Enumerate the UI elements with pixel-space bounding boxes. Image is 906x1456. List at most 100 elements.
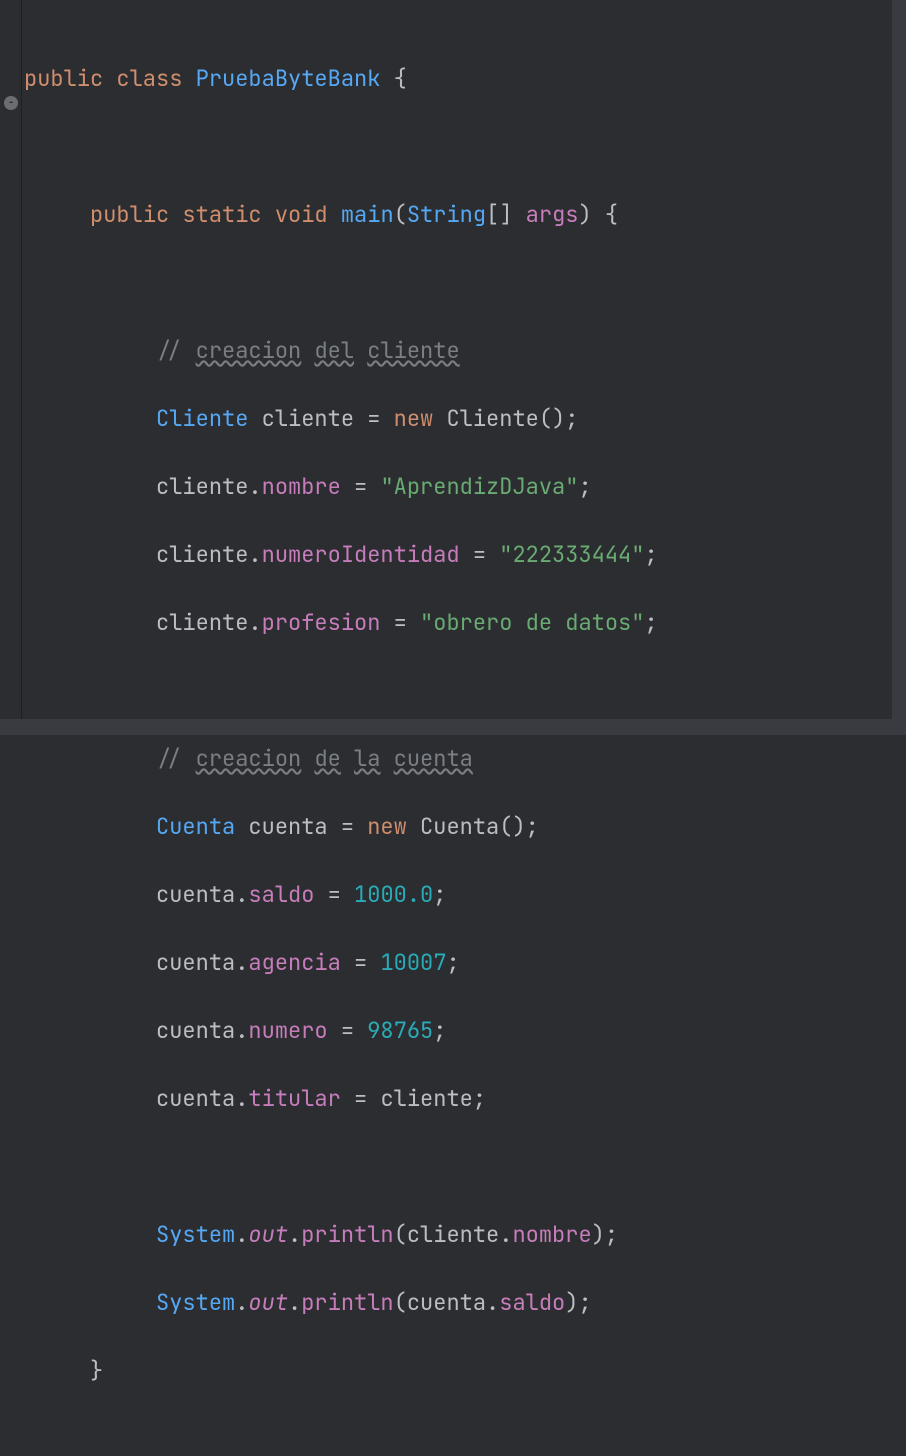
string: "AprendizDJava" <box>380 472 578 501</box>
code-line: System.out.println(cliente.nombre); <box>24 1218 906 1252</box>
keyword: public <box>24 64 103 93</box>
code-line <box>24 130 906 164</box>
class-ref: System <box>156 1288 235 1317</box>
variable: cliente <box>407 1220 499 1249</box>
keyword: class <box>116 64 182 93</box>
number: 1000.0 <box>354 880 433 909</box>
semi: ; <box>446 948 459 977</box>
field: nombre <box>262 472 341 501</box>
variable: cuenta <box>156 948 235 977</box>
semi: ; <box>433 880 446 909</box>
code-line: public class PruebaByteBank { <box>24 62 906 96</box>
operator: = <box>341 472 381 501</box>
variable: cliente <box>262 404 354 433</box>
string: "222333444" <box>499 540 644 569</box>
editor-bottom-strip <box>0 719 906 735</box>
code-line <box>24 266 906 300</box>
code-line: // creacion de la cuenta <box>24 742 906 776</box>
field: titular <box>248 1084 340 1113</box>
punct: (); <box>499 812 539 841</box>
semi: ; <box>433 1016 446 1045</box>
punct: ); <box>565 1288 591 1317</box>
method-call: println <box>301 1220 393 1249</box>
comment-text: de <box>314 744 340 773</box>
constructor: Cliente <box>446 404 538 433</box>
variable: cliente <box>380 1084 472 1113</box>
brackets: [] <box>486 200 512 229</box>
dot: . <box>288 1220 301 1249</box>
variable: cuenta <box>407 1288 486 1317</box>
comment-text: cuenta <box>394 744 473 773</box>
variable: cuenta <box>248 812 327 841</box>
field: agencia <box>248 948 340 977</box>
variable: cuenta <box>156 1016 235 1045</box>
variable: cuenta <box>156 1084 235 1113</box>
operator: = <box>341 948 381 977</box>
method-name: main <box>341 200 394 229</box>
code-line: Cuenta cuenta = new Cuenta(); <box>24 810 906 844</box>
dot: . <box>235 1084 248 1113</box>
comment: // creacion de la cuenta <box>156 744 473 773</box>
comment-text: la <box>354 744 380 773</box>
code-line: cuenta.saldo = 1000.0; <box>24 878 906 912</box>
comment-text: creacion <box>196 336 302 365</box>
comment-text <box>380 744 393 773</box>
dot: . <box>235 1288 248 1317</box>
comment-text <box>301 336 314 365</box>
constructor: Cuenta <box>420 812 499 841</box>
comment-text: cliente <box>367 336 459 365</box>
param: args <box>526 200 579 229</box>
comment-text: creacion <box>196 744 302 773</box>
string: "obrero de datos" <box>420 608 644 637</box>
keyword: new <box>367 812 407 841</box>
dot: . <box>235 880 248 909</box>
brace: { <box>605 200 618 229</box>
comment-text <box>341 744 354 773</box>
paren: ( <box>394 1220 407 1249</box>
variable: cliente <box>156 540 248 569</box>
dot: . <box>235 948 248 977</box>
paren: ) <box>578 200 591 229</box>
code-line: // creacion del cliente <box>24 334 906 368</box>
punct: ); <box>592 1220 618 1249</box>
code-area[interactable]: public class PruebaByteBank { public sta… <box>22 0 906 735</box>
dot: . <box>248 472 261 501</box>
operator: = <box>380 608 420 637</box>
semi: ; <box>644 608 657 637</box>
code-line: cuenta.agencia = 10007; <box>24 946 906 980</box>
operator: = <box>314 880 354 909</box>
dot: . <box>235 1016 248 1045</box>
code-line: cuenta.titular = cliente; <box>24 1082 906 1116</box>
comment-text: del <box>314 336 354 365</box>
brace: } <box>90 1356 103 1385</box>
semi: ; <box>578 472 591 501</box>
class-name: PruebaByteBank <box>196 64 381 93</box>
code-line: System.out.println(cuenta.saldo); <box>24 1286 906 1320</box>
code-line: cliente.nombre = "AprendizDJava"; <box>24 470 906 504</box>
comment-text <box>354 336 367 365</box>
field: nombre <box>512 1220 591 1249</box>
code-line: cliente.profesion = "obrero de datos"; <box>24 606 906 640</box>
comment-text <box>301 744 314 773</box>
dot: . <box>486 1288 499 1317</box>
punct: (); <box>539 404 579 433</box>
dot: . <box>248 608 261 637</box>
semi: ; <box>473 1084 486 1113</box>
operator: = <box>341 1084 381 1113</box>
code-line <box>24 1150 906 1184</box>
type: String <box>407 200 486 229</box>
dot: . <box>288 1288 301 1317</box>
fold-collapse-icon[interactable] <box>4 96 18 110</box>
semi: ; <box>644 540 657 569</box>
number: 98765 <box>367 1016 433 1045</box>
code-line: Cliente cliente = new Cliente(); <box>24 402 906 436</box>
type: Cuenta <box>156 812 235 841</box>
comment-text: // <box>156 744 196 773</box>
keyword: static <box>182 200 261 229</box>
code-line: cuenta.numero = 98765; <box>24 1014 906 1048</box>
dot: . <box>235 1220 248 1249</box>
code-line: cliente.numeroIdentidad = "222333444"; <box>24 538 906 572</box>
paren: ( <box>394 200 407 229</box>
dot: . <box>499 1220 512 1249</box>
keyword: public <box>90 200 169 229</box>
